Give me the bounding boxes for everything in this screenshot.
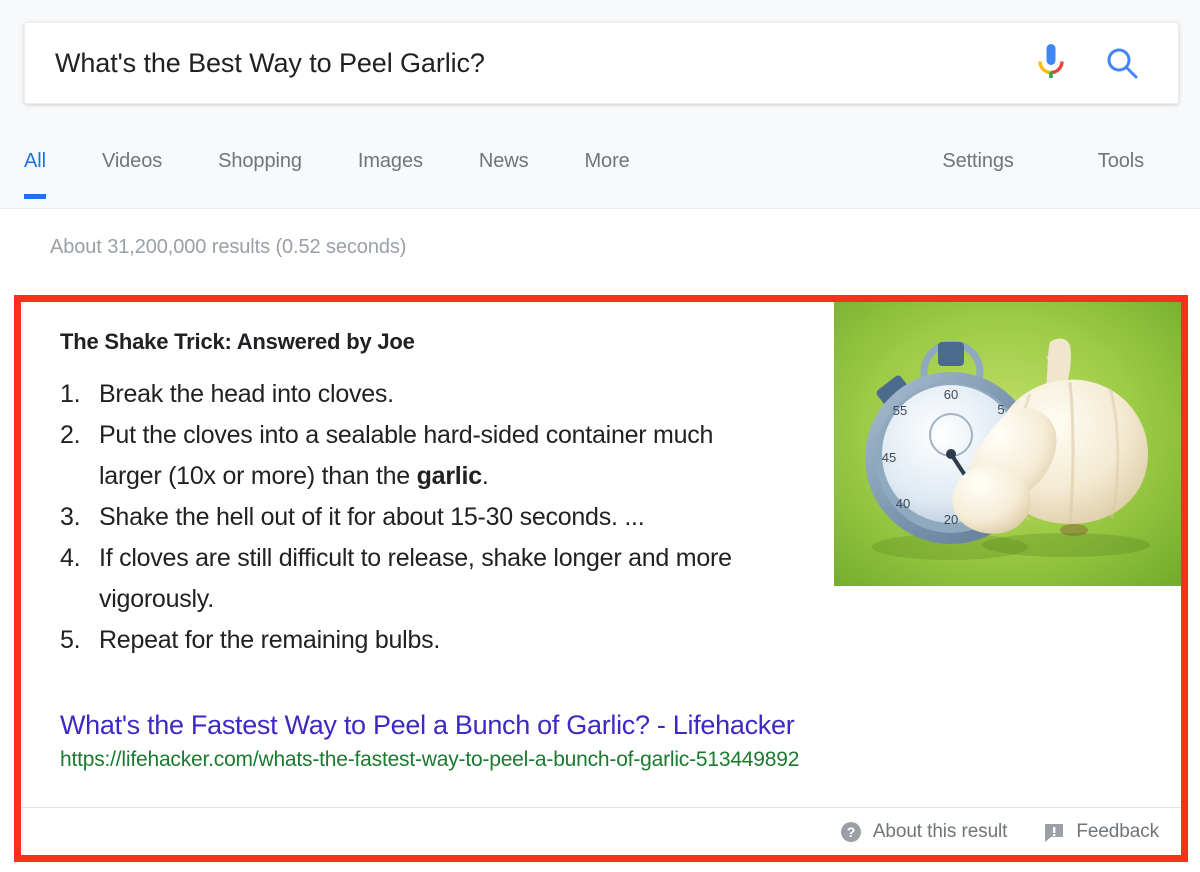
- about-this-result-label: About this result: [872, 820, 1008, 842]
- step-text: Repeat for the remaining bulbs.: [99, 626, 441, 654]
- nav-tabs-right: Settings Tools: [942, 140, 1200, 173]
- tab-images[interactable]: Images: [330, 140, 451, 173]
- search-input[interactable]: [25, 47, 1036, 79]
- search-actions: [1036, 42, 1178, 84]
- search-box[interactable]: [24, 22, 1179, 104]
- search-icon[interactable]: [1104, 45, 1140, 81]
- featured-snippet-card: The Shake Trick: Answered by Joe Break t…: [21, 302, 1181, 855]
- list-item: Repeat for the remaining bulbs.: [60, 620, 781, 661]
- tab-all[interactable]: All: [24, 140, 74, 199]
- microphone-icon[interactable]: [1036, 42, 1066, 84]
- result-url: https://lifehacker.com/whats-the-fastest…: [60, 748, 800, 771]
- svg-text:60: 60: [944, 387, 958, 402]
- step-tail: .: [481, 462, 489, 490]
- tab-videos[interactable]: Videos: [74, 140, 190, 173]
- svg-text:40: 40: [896, 496, 910, 511]
- featured-snippet-footer: ? About this result Feedback: [21, 807, 1181, 855]
- step-text: If cloves are still difficult to release…: [99, 544, 732, 613]
- featured-snippet-highlight: The Shake Trick: Answered by Joe Break t…: [14, 295, 1188, 862]
- about-this-result-button[interactable]: ? About this result: [840, 820, 1008, 843]
- search-nav: All Videos Shopping Images News More Set…: [0, 140, 1200, 209]
- tab-shopping[interactable]: Shopping: [190, 140, 330, 173]
- result-link-block: What's the Fastest Way to Peel a Bunch o…: [60, 708, 799, 772]
- feedback-icon: [1043, 821, 1065, 843]
- svg-text:5: 5: [997, 402, 1004, 417]
- result-stats: About 31,200,000 results (0.52 seconds): [50, 236, 407, 258]
- svg-text:?: ?: [847, 824, 855, 840]
- nav-tabs-left: All Videos Shopping Images News More: [0, 140, 658, 199]
- featured-snippet-steps: Break the head into cloves. Put the clov…: [21, 374, 781, 661]
- list-item: If cloves are still difficult to release…: [60, 538, 781, 620]
- featured-snippet-body: The Shake Trick: Answered by Joe Break t…: [21, 302, 1181, 807]
- result-title-link[interactable]: What's the Fastest Way to Peel a Bunch o…: [60, 708, 799, 742]
- nav-tools[interactable]: Tools: [1098, 140, 1144, 173]
- featured-snippet-thumbnail[interactable]: 60 5 10 15 20 40 45 55: [834, 302, 1181, 586]
- step-text: Shake the hell out of it for about 15-30…: [99, 503, 645, 531]
- nav-settings[interactable]: Settings: [942, 140, 1014, 173]
- google-search-page: All Videos Shopping Images News More Set…: [0, 0, 1200, 872]
- feedback-label: Feedback: [1076, 820, 1159, 842]
- tab-news[interactable]: News: [451, 140, 557, 173]
- list-item: Put the cloves into a sealable hard-side…: [60, 415, 781, 497]
- tab-more[interactable]: More: [557, 140, 658, 173]
- svg-text:45: 45: [882, 450, 896, 465]
- list-item: Break the head into cloves.: [60, 374, 781, 415]
- step-text: Put the cloves into a sealable hard-side…: [99, 421, 714, 490]
- svg-text:55: 55: [893, 403, 907, 418]
- feedback-button[interactable]: Feedback: [1043, 821, 1159, 843]
- list-item: Shake the hell out of it for about 15-30…: [60, 497, 781, 538]
- step-text: Break the head into cloves.: [99, 380, 394, 408]
- help-circle-icon: ?: [840, 821, 862, 843]
- step-bold: garlic: [416, 462, 482, 490]
- stopwatch-and-garlic-image: 60 5 10 15 20 40 45 55: [834, 302, 1181, 586]
